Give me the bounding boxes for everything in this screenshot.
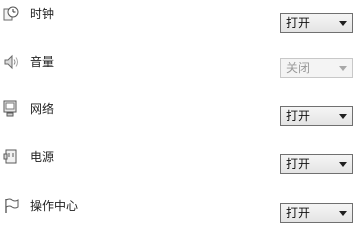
dropdown-selected-value: 关闭 — [286, 61, 311, 75]
power-behavior-dropdown[interactable]: 打开 — [280, 154, 353, 174]
setting-row-volume: 音量 关闭 — [0, 54, 364, 84]
chevron-down-icon — [339, 21, 347, 26]
chevron-down-icon — [339, 114, 347, 119]
dropdown-selected-value: 打开 — [286, 16, 311, 30]
setting-row-clock: 时钟 打开 — [0, 6, 364, 36]
flag-icon — [2, 197, 20, 215]
action-center-behavior-dropdown[interactable]: 打开 — [280, 203, 353, 223]
chevron-down-icon — [339, 211, 347, 216]
speaker-icon — [2, 53, 20, 71]
system-icons-settings-panel: 时钟 打开 音量 关闭 网络 打开 电源 打开 操作中心 打开 — [0, 0, 364, 242]
dropdown-selected-value: 打开 — [286, 157, 311, 171]
clock-behavior-dropdown[interactable]: 打开 — [280, 13, 353, 33]
setting-label: 网络 — [30, 102, 55, 116]
setting-row-power: 电源 打开 — [0, 149, 364, 179]
setting-label: 操作中心 — [30, 199, 79, 213]
power-plug-icon — [2, 148, 20, 166]
volume-behavior-dropdown[interactable]: 关闭 — [280, 58, 353, 78]
dropdown-selected-value: 打开 — [286, 109, 311, 123]
setting-row-action-center: 操作中心 打开 — [0, 198, 364, 228]
network-behavior-dropdown[interactable]: 打开 — [280, 106, 353, 126]
clock-icon — [2, 5, 20, 23]
setting-label: 电源 — [30, 150, 55, 164]
setting-label: 音量 — [30, 55, 55, 69]
setting-label: 时钟 — [30, 7, 55, 21]
network-icon — [2, 100, 20, 118]
setting-row-network: 网络 打开 — [0, 100, 364, 131]
chevron-down-icon — [339, 66, 347, 71]
chevron-down-icon — [339, 162, 347, 167]
dropdown-selected-value: 打开 — [286, 206, 311, 220]
